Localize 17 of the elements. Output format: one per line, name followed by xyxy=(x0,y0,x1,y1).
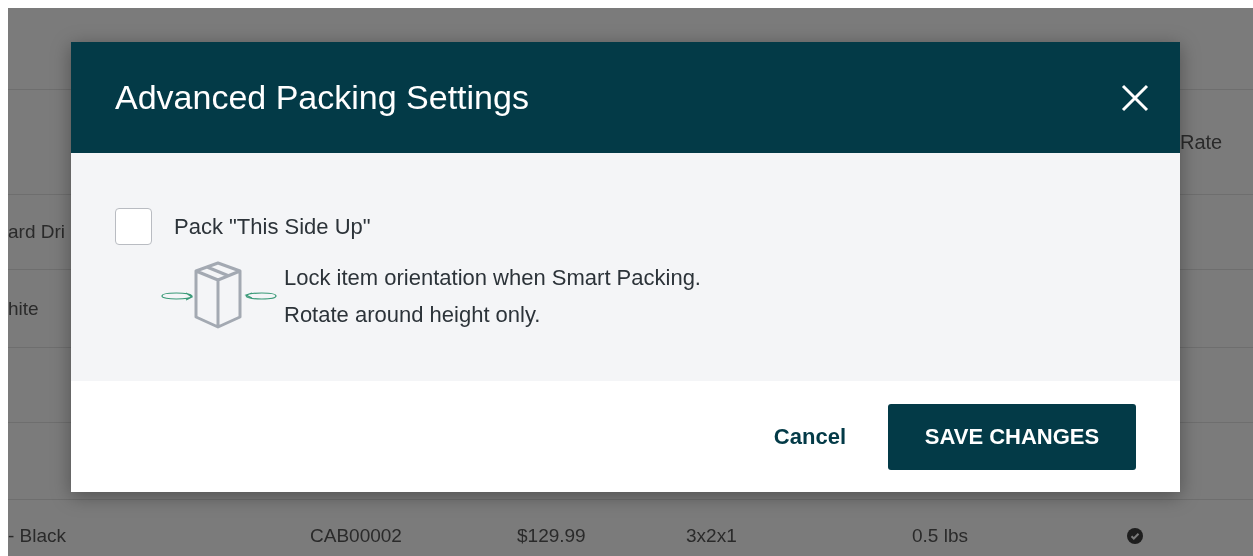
checkbox-label: Pack "This Side Up" xyxy=(174,213,371,240)
table-cell: ard Dri xyxy=(8,221,65,243)
table-cell: CAB00002 xyxy=(310,525,402,547)
close-icon[interactable] xyxy=(1120,82,1150,113)
rotating-box-icon xyxy=(160,261,278,331)
table-cell: - Black xyxy=(8,525,67,547)
table-cell: hite xyxy=(8,297,39,320)
save-button[interactable]: SAVE CHANGES xyxy=(888,403,1136,470)
table-cell: 3x2x1 xyxy=(686,525,737,547)
description-text: Lock item orientation when Smart Packing. xyxy=(284,264,701,292)
table-cell: $129.99 xyxy=(517,525,586,547)
dialog-title: Advanced Packing Settings xyxy=(115,78,529,117)
column-header: Rate xyxy=(1179,131,1223,153)
checkbox[interactable] xyxy=(115,208,152,245)
table-cell: 0.5 lbs xyxy=(912,525,968,547)
description-text: Rotate around height only. xyxy=(284,301,542,329)
cancel-button[interactable]: Cancel xyxy=(773,423,846,450)
